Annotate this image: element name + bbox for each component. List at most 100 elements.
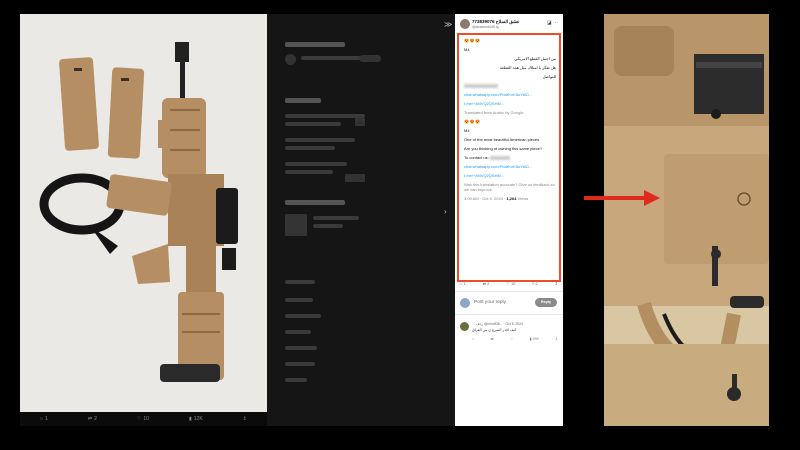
highlighted-tweet-box: 😍😍😍 M4 من اجمل القطع الامريكي هل تفكر با… (457, 33, 561, 282)
telegram-link-2[interactable]: t.me/+ANVQ2QSHM... (464, 173, 556, 178)
view-count: 12K (193, 416, 203, 422)
comment-share-icon[interactable]: ↥ (555, 337, 558, 341)
whatsapp-link-2[interactable]: chat.whatsapp.com/FNdfKnK5uY6iD... (464, 164, 556, 169)
tweet-reply-action[interactable]: ○ 1 (460, 281, 466, 286)
ghost-thumb (345, 174, 365, 182)
reply-input[interactable]: Post your reply (474, 300, 506, 305)
next-arrow-icon[interactable]: › (444, 207, 447, 216)
ghost-line (313, 216, 359, 220)
ghost-heading (285, 200, 345, 205)
ghost-heading (285, 98, 321, 103)
views-icon: ▮ (189, 416, 192, 422)
ghost-line (285, 346, 317, 350)
line1-ar: من اجمل القطع الامريكي (514, 56, 556, 61)
divider (455, 291, 563, 292)
comment-views-count: 299 (532, 337, 539, 341)
comment-views-action[interactable]: ▮ 299 (530, 337, 539, 341)
expand-arrow-icon[interactable]: ≫ (444, 20, 452, 29)
ghost-line (301, 56, 361, 60)
divider (455, 314, 563, 315)
comment-stats: ○ ⇄ ♡ ▮ 299 ↥ (472, 337, 558, 341)
commenter-avatar[interactable] (460, 322, 469, 331)
author-handle[interactable]: @alrashed449.ig (472, 25, 499, 29)
rifle-photo-image (20, 14, 267, 412)
author-avatar[interactable] (460, 19, 470, 29)
ghost-line (285, 378, 307, 382)
tweet-repost-action[interactable]: ⇄ 2 (483, 281, 490, 286)
ghost-line (285, 280, 315, 284)
ghost-line (285, 162, 347, 166)
tweet-timestamp: 3:09 AM · Oct 6, 2024 · (464, 196, 507, 201)
whatsapp-link-1[interactable]: chat.whatsapp.com/FNdfKnK5uY6iD... (464, 92, 556, 97)
comment-repost-icon[interactable]: ⇄ (491, 337, 494, 341)
like-action[interactable]: ♡ 10 (137, 416, 149, 422)
rifle-photo (20, 14, 267, 412)
redacted-phone-ar (464, 83, 498, 88)
ghost-line (285, 114, 365, 118)
translated-note[interactable]: Translated from Arabic by Google (464, 110, 556, 115)
share-action[interactable]: ↥ (243, 416, 247, 422)
views-action[interactable]: ▮ 12K (189, 416, 203, 422)
ghost-line (285, 170, 333, 174)
comment-text: كيف اقدر الشرع ي من العراق (472, 328, 517, 332)
tweet-like-action[interactable]: ♡ 10 (506, 281, 515, 286)
ghost-line (285, 314, 321, 318)
heart-icon: ♡ (136, 416, 142, 422)
tweet-views-count: 1,264 (506, 196, 517, 201)
grok-icon[interactable]: ◪ (547, 20, 552, 26)
viewer-avatar (460, 298, 470, 308)
reply-action[interactable]: ○ 1 (40, 416, 48, 422)
comment-meta[interactable]: ... رجف @mmdf38... · Oct 6, 2024 (472, 322, 523, 326)
magazine-left (59, 57, 99, 151)
comment-like-icon[interactable]: ♡ (510, 337, 513, 341)
contact-ar: للتواصل (542, 74, 556, 79)
ghost-line (313, 224, 343, 228)
tweet-bookmark-action[interactable]: ⌑ 2 (532, 281, 537, 286)
emoji-line-top: 😍😍😍 (464, 38, 481, 43)
tweet-bookmark-count: 2 (535, 281, 538, 286)
tweet-header: عشق السلاح 773839076 @alrashed449.ig ◪ ⋯ (458, 17, 560, 31)
ghost-line (285, 138, 355, 142)
tweet-share-action[interactable]: ↥ (555, 281, 558, 286)
red-arrow-icon (584, 190, 660, 206)
ghost-avatar (285, 54, 296, 65)
comment-reply-icon[interactable]: ○ (472, 337, 474, 341)
repost-count: 2 (94, 416, 97, 422)
share-icon: ↥ (242, 416, 247, 422)
repost-icon: ⇄ (87, 416, 93, 422)
dimmed-sidebar (267, 14, 455, 426)
ghost-button (359, 55, 381, 62)
translation-feedback[interactable]: Was this translation accurate? Give us f… (464, 182, 556, 192)
receiver-closeup-image (604, 14, 769, 426)
more-icon[interactable]: ⋯ (553, 20, 558, 26)
tweet-meta: 3:09 AM · Oct 6, 2024 · 1,264 Views (464, 196, 556, 201)
ghost-line (285, 362, 315, 366)
reply-count: 1 (45, 416, 48, 422)
like-count: 10 (143, 416, 149, 422)
magazine-right (107, 67, 145, 159)
telegram-link-1[interactable]: t.me/+ANVQ2QSHM... (464, 101, 556, 106)
repost-action[interactable]: ⇄ 2 (88, 416, 97, 422)
tweet-body: 😍😍😍 M4 من اجمل القطع الامريكي هل تفكر با… (464, 38, 556, 205)
line1-en: One of the most beautiful American piece… (464, 137, 540, 142)
tweet-reply-count: 1 (463, 281, 466, 286)
left-action-bar: ○ 1 ⇄ 2 ♡ 10 ▮ 12K ↥ (20, 412, 267, 426)
contact-en: To contact us: (464, 155, 556, 160)
contact-en-label: To contact us: (464, 155, 489, 160)
emoji-line-mid: 😍😍😍 (464, 119, 481, 124)
reply-icon: ○ (40, 416, 44, 422)
ghost-heading (285, 42, 345, 47)
ghost-line (285, 146, 335, 150)
redacted-phone-en (489, 155, 510, 160)
line2-ar: هل تفكر با امتلاك مثل هذه القطعة (499, 65, 556, 70)
tweet-panel: عشق السلاح 773839076 @alrashed449.ig ◪ ⋯… (455, 14, 563, 426)
tweet-stats: ○ 1 ⇄ 2 ♡ 10 ⌑ 2 ↥ (460, 281, 558, 286)
ghost-line (285, 122, 341, 126)
tweet-views-label: Views (517, 196, 529, 201)
ghost-line (285, 298, 313, 302)
reply-button[interactable]: Reply (535, 298, 557, 307)
line2-en: Are you thinking of owning this same pie… (464, 146, 543, 151)
ghost-thumb (355, 118, 365, 126)
receiver-closeup-photo (604, 14, 769, 426)
ghost-line (285, 330, 311, 334)
